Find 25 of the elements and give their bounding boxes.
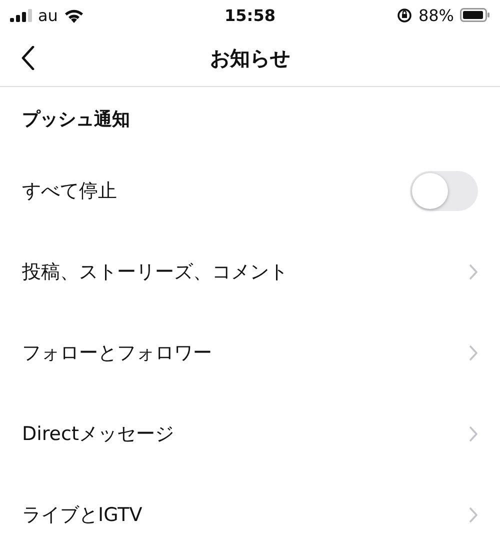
rotation-lock-icon xyxy=(397,8,412,22)
setting-label: フォローとフォロワー xyxy=(22,340,212,366)
setting-label: ライブとIGTV xyxy=(22,502,142,528)
setting-label: すべて停止 xyxy=(22,178,117,204)
screen-title: お知らせ xyxy=(210,44,290,72)
signal-icon xyxy=(10,8,32,22)
toggle-switch[interactable] xyxy=(410,170,478,210)
battery-icon xyxy=(460,8,490,22)
clock-time: 15:58 xyxy=(224,6,276,24)
settings-row[interactable]: ライブとIGTV xyxy=(0,474,500,555)
settings-row[interactable]: 投稿、ストーリーズ、コメント xyxy=(0,231,500,312)
wifi-icon xyxy=(64,8,84,22)
chevron-right-icon xyxy=(469,264,478,280)
settings-row[interactable]: Directメッセージ xyxy=(0,393,500,474)
settings-row[interactable]: フォローとフォロワー xyxy=(0,312,500,393)
chevron-right-icon xyxy=(469,426,478,442)
chevron-right-icon xyxy=(469,344,478,360)
chevron-right-icon xyxy=(469,506,478,522)
setting-label: 投稿、ストーリーズ、コメント xyxy=(22,260,288,284)
setting-label: Directメッセージ xyxy=(22,422,174,446)
section-header: プッシュ通知 xyxy=(22,108,130,130)
settings-row[interactable]: すべて停止 xyxy=(0,150,500,231)
battery-percent: 88% xyxy=(418,6,454,24)
carrier-name: au xyxy=(38,6,58,24)
back-chevron-icon xyxy=(21,46,35,70)
